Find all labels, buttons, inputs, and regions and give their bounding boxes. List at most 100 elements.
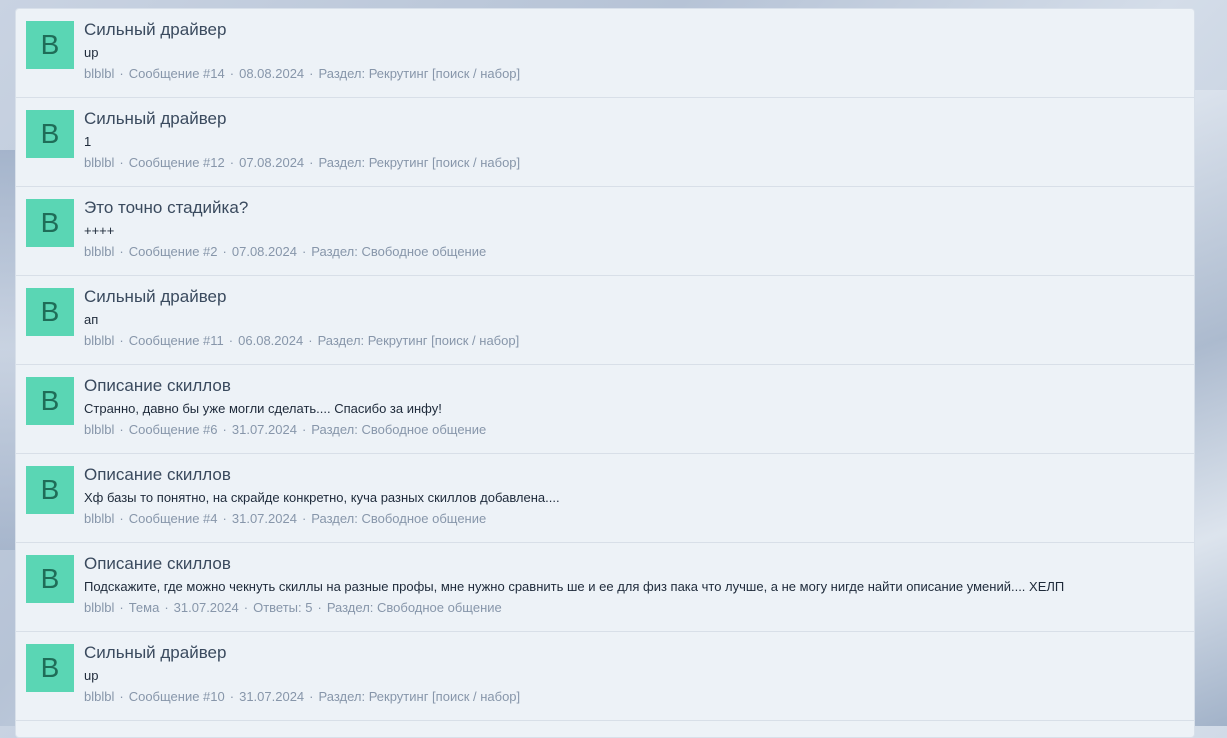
author-link[interactable]: blblbl xyxy=(84,422,114,437)
separator: · xyxy=(229,155,235,170)
separator: · xyxy=(317,600,322,615)
result-snippet: up xyxy=(84,45,99,60)
result-content: Описание скиллов Странно, давно бы уже м… xyxy=(84,376,1184,438)
avatar[interactable]: B xyxy=(26,110,74,158)
separator: · xyxy=(243,600,249,615)
result-content: Описание скиллов Хф базы то понятно, на … xyxy=(84,465,1184,527)
post-date: 07.08.2024 xyxy=(231,244,297,259)
avatar[interactable]: B xyxy=(26,644,74,692)
post-type: Сообщение #12 xyxy=(128,155,225,170)
result-content: Сильный драйвер up blblbl · Сообщение #10 ·… xyxy=(84,643,1184,705)
search-result-row: B Описание скиллов Хф базы то понятно, н… xyxy=(16,454,1194,543)
result-title[interactable]: Описание скиллов xyxy=(84,465,1184,485)
separator: · xyxy=(309,689,314,704)
result-title[interactable]: Это точно стадийка? xyxy=(84,198,1184,218)
result-snippet: Странно, давно бы уже могли сделать.... … xyxy=(84,401,442,416)
result-content: Это точно стадийка? ++++ blblbl · Сообщени… xyxy=(84,198,1184,260)
section-link[interactable]: Раздел: Свободное общение xyxy=(311,511,486,526)
separator: · xyxy=(164,600,169,615)
avatar[interactable]: B xyxy=(26,21,74,69)
result-title[interactable]: Описание скиллов xyxy=(84,376,1184,396)
search-result-row: B Сильный драйвер ап blblbl · Сообщение #1… xyxy=(16,276,1194,365)
avatar[interactable]: B xyxy=(26,555,74,603)
separator: · xyxy=(222,422,227,437)
separator: · xyxy=(229,66,235,81)
separator: · xyxy=(119,155,124,170)
result-meta: blblbl · Сообщение #10 · 31.07.2024 · Раздел: … xyxy=(84,689,1184,705)
search-result-row: B Сильный драйвер up blblbl · Сообщение #1… xyxy=(16,9,1194,98)
result-title[interactable]: Сильный драйвер xyxy=(84,109,1184,129)
author-link[interactable]: blblbl xyxy=(84,244,114,259)
post-date: 31.07.2024 xyxy=(231,511,297,526)
result-snippet: ап xyxy=(84,312,99,327)
separator: · xyxy=(119,244,124,259)
section-link[interactable]: Раздел: Рекрутинг [поиск / набор] xyxy=(319,689,521,704)
result-title[interactable]: Сильный драйвер xyxy=(84,643,1184,663)
section-link[interactable]: Раздел: Свободное общение xyxy=(311,422,486,437)
result-content: Описание скиллов Подскажите, где можно ч… xyxy=(84,554,1184,616)
avatar[interactable]: B xyxy=(26,377,74,425)
separator: · xyxy=(119,511,124,526)
post-type: Тема xyxy=(128,600,160,615)
post-date: 06.08.2024 xyxy=(238,333,304,348)
result-snippet: 1 xyxy=(84,134,92,149)
result-meta: blblbl · Тема · 31.07.2024 · Ответы: 5 · Раздел:… xyxy=(84,600,1184,616)
section-link[interactable]: Раздел: Свободное общение xyxy=(311,244,486,259)
separator: · xyxy=(119,333,124,348)
author-link[interactable]: blblbl xyxy=(84,511,114,526)
search-results-panel: B Сильный драйвер up blblbl · Сообщение #1… xyxy=(15,8,1195,738)
author-link[interactable]: blblbl xyxy=(84,155,114,170)
post-date: 31.07.2024 xyxy=(231,422,297,437)
section-link[interactable]: Раздел: Свободное общение xyxy=(327,600,502,615)
post-type: Сообщение #11 xyxy=(128,333,224,348)
result-meta: blblbl · Сообщение #6 · 31.07.2024 · Раздел: С… xyxy=(84,422,1184,438)
result-snippet: up xyxy=(84,668,99,683)
separator: · xyxy=(301,511,307,526)
avatar[interactable]: B xyxy=(26,466,74,514)
author-link[interactable]: blblbl xyxy=(84,600,114,615)
search-result-row: B Описание скиллов Странно, давно бы уже… xyxy=(16,365,1194,454)
result-content: Сильный драйвер ап blblbl · Сообщение #11 ·… xyxy=(84,287,1184,349)
background-decoration-right xyxy=(1193,90,1227,726)
result-meta: blblbl · Сообщение #14 · 08.08.2024 · Раздел: … xyxy=(84,66,1184,82)
result-title[interactable]: Сильный драйвер xyxy=(84,287,1184,307)
post-date: 08.08.2024 xyxy=(239,66,305,81)
post-date: 07.08.2024 xyxy=(239,155,305,170)
separator: · xyxy=(308,333,313,348)
separator: · xyxy=(301,422,307,437)
author-link[interactable]: blblbl xyxy=(84,66,114,81)
post-type: Сообщение #6 xyxy=(128,422,218,437)
separator: · xyxy=(119,66,124,81)
result-content: Сильный драйвер 1 blblbl · Сообщение #12 · 0… xyxy=(84,109,1184,171)
separator: · xyxy=(119,689,124,704)
post-date: 31.07.2024 xyxy=(173,600,239,615)
section-link[interactable]: Раздел: Рекрутинг [поиск / набор] xyxy=(318,333,520,348)
avatar[interactable]: B xyxy=(26,199,74,247)
result-meta: blblbl · Сообщение #2 · 07.08.2024 · Раздел: С… xyxy=(84,244,1184,260)
separator: · xyxy=(229,689,235,704)
separator: · xyxy=(119,600,124,615)
result-title[interactable]: Описание скиллов xyxy=(84,554,1184,574)
separator: · xyxy=(228,333,234,348)
separator: · xyxy=(309,155,314,170)
post-type: Сообщение #10 xyxy=(128,689,225,704)
extra-wrap: · Ответы: 5 xyxy=(239,600,313,615)
post-type: Сообщение #2 xyxy=(128,244,218,259)
result-title[interactable]: Сильный драйвер xyxy=(84,20,1184,40)
separator: · xyxy=(301,244,307,259)
avatar[interactable]: B xyxy=(26,288,74,336)
separator: · xyxy=(119,422,124,437)
search-result-row: B Описание скиллов Подскажите, где можно… xyxy=(16,543,1194,632)
author-link[interactable]: blblbl xyxy=(84,689,114,704)
section-link[interactable]: Раздел: Рекрутинг [поиск / набор] xyxy=(319,66,521,81)
post-type: Сообщение #14 xyxy=(128,66,225,81)
author-link[interactable]: blblbl xyxy=(84,333,114,348)
result-meta: blblbl · Сообщение #11 · 06.08.2024 · Раздел: … xyxy=(84,333,1184,349)
search-result-row: B Это точно стадийка? ++++ blblbl · Сообще… xyxy=(16,187,1194,276)
post-type: Сообщение #4 xyxy=(128,511,218,526)
result-snippet: Подскажите, где можно чекнуть скиллы на … xyxy=(84,579,1065,594)
post-date: 31.07.2024 xyxy=(239,689,305,704)
search-result-row: B Сильный драйвер up blblbl · Сообщение #1… xyxy=(16,632,1194,721)
background-decoration-left xyxy=(0,150,16,550)
section-link[interactable]: Раздел: Рекрутинг [поиск / набор] xyxy=(319,155,521,170)
